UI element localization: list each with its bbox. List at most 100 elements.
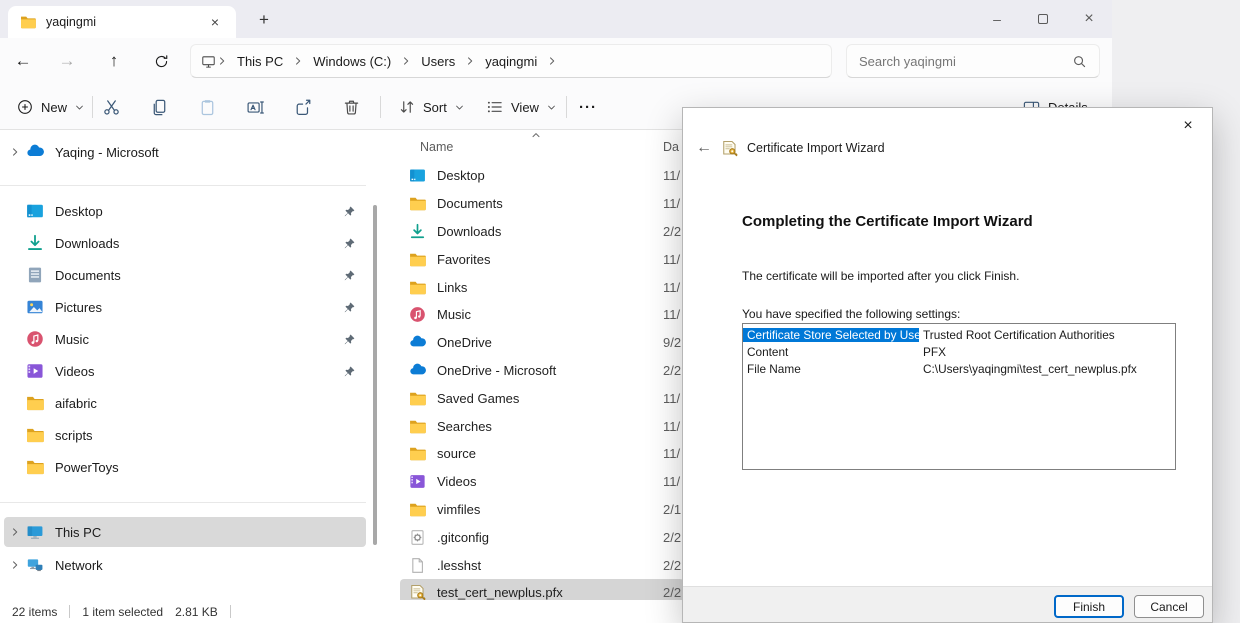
- file-row[interactable]: Saved Games 11/: [400, 384, 684, 412]
- back-button[interactable]: ←: [8, 47, 38, 75]
- setting-key: File Name: [743, 362, 919, 376]
- sidebar-scrollbar[interactable]: [373, 205, 377, 545]
- settings-listbox[interactable]: Certificate Store Selected by User Trust…: [742, 323, 1176, 470]
- setting-key: Content: [743, 345, 919, 359]
- close-button[interactable]: ×: [1066, 0, 1112, 38]
- address-bar[interactable]: This PC Windows (C:) Users yaqingmi: [190, 44, 832, 78]
- file-name: Documents: [437, 196, 503, 211]
- sidebar-item-desktop[interactable]: Desktop: [4, 196, 366, 226]
- file-row[interactable]: Searches 11/: [400, 412, 684, 440]
- config-file-icon: [409, 529, 426, 546]
- settings-row-filename[interactable]: File Name C:\Users\yaqingmi\test_cert_ne…: [743, 361, 1175, 378]
- sort-button[interactable]: Sort: [390, 92, 473, 122]
- dialog-close-button[interactable]: ×: [1172, 112, 1204, 140]
- pictures-icon: [26, 298, 44, 316]
- file-row[interactable]: vimfiles 2/1: [400, 496, 684, 524]
- download-icon: [409, 223, 426, 240]
- paste-icon: [198, 98, 217, 117]
- more-options-button[interactable]: ···: [570, 92, 606, 122]
- new-button[interactable]: New: [8, 92, 93, 122]
- chevron-down-icon: [74, 102, 85, 113]
- onedrive-cloud-icon: [409, 334, 426, 351]
- file-row[interactable]: Documents 11/: [400, 190, 684, 218]
- sidebar-item-pictures[interactable]: Pictures: [4, 292, 366, 322]
- cut-button[interactable]: [93, 92, 129, 122]
- file-row[interactable]: Desktop 11/: [400, 162, 684, 190]
- share-button[interactable]: [285, 92, 321, 122]
- toolbar-separator: [566, 96, 567, 118]
- file-date: 2/2: [663, 224, 681, 239]
- delete-button[interactable]: [333, 92, 369, 122]
- maximize-button[interactable]: [1020, 0, 1066, 38]
- selection-size: 2.81 KB: [175, 605, 218, 619]
- folder-icon: [26, 394, 44, 412]
- sidebar-item-music[interactable]: Music: [4, 324, 366, 354]
- sort-ascending-icon: [530, 129, 542, 141]
- pin-icon: [343, 269, 356, 282]
- sidebar-item-this-pc[interactable]: This PC: [4, 517, 366, 547]
- settings-row-content[interactable]: Content PFX: [743, 343, 1175, 360]
- sidebar-item-videos[interactable]: Videos: [4, 356, 366, 386]
- item-count: 22 items: [12, 605, 57, 619]
- view-button[interactable]: View: [478, 92, 565, 122]
- column-header-name[interactable]: Name: [420, 140, 453, 154]
- onedrive-cloud-icon: [26, 143, 44, 161]
- wizard-settings-label: You have specified the following setting…: [742, 307, 960, 321]
- chevron-down-icon: [454, 102, 465, 113]
- forward-button[interactable]: →: [52, 47, 82, 75]
- file-row[interactable]: OneDrive 9/2: [400, 329, 684, 357]
- settings-row-store[interactable]: Certificate Store Selected by User Trust…: [743, 326, 1175, 343]
- music-icon: [409, 306, 426, 323]
- sidebar-item-aifabric[interactable]: aifabric: [4, 388, 366, 418]
- copy-button[interactable]: [141, 92, 177, 122]
- file-row[interactable]: Links 11/: [400, 273, 684, 301]
- file-row[interactable]: Videos 11/: [400, 468, 684, 496]
- folder-icon: [20, 14, 36, 30]
- file-row[interactable]: .gitconfig 2/2: [400, 523, 684, 551]
- minimize-button[interactable]: –: [974, 0, 1020, 38]
- file-row[interactable]: .lesshst 2/2: [400, 551, 684, 579]
- share-icon: [294, 98, 313, 117]
- sidebar-item-downloads[interactable]: Downloads: [4, 228, 366, 258]
- trash-icon: [342, 98, 361, 117]
- new-tab-button[interactable]: +: [252, 8, 276, 32]
- view-label: View: [511, 100, 539, 115]
- tab-close-icon[interactable]: ×: [206, 14, 224, 30]
- search-input[interactable]: Search yaqingmi: [846, 44, 1100, 78]
- breadcrumb-this-pc[interactable]: This PC: [228, 54, 292, 69]
- refresh-button[interactable]: [146, 47, 176, 75]
- paste-button[interactable]: [189, 92, 225, 122]
- file-name: Videos: [437, 474, 477, 489]
- file-row[interactable]: Favorites 11/: [400, 245, 684, 273]
- cancel-button[interactable]: Cancel: [1134, 595, 1204, 618]
- breadcrumb-yaqingmi[interactable]: yaqingmi: [476, 54, 546, 69]
- certificate-icon: [409, 584, 426, 601]
- sidebar-item-network[interactable]: Network: [4, 550, 366, 580]
- folder-icon: [409, 445, 426, 462]
- dialog-back-button[interactable]: ←: [696, 139, 712, 157]
- search-icon: [1072, 54, 1087, 69]
- setting-value: PFX: [919, 345, 1175, 359]
- breadcrumb-users[interactable]: Users: [412, 54, 464, 69]
- sidebar-item-scripts[interactable]: scripts: [4, 420, 366, 450]
- videos-icon: [409, 473, 426, 490]
- sidebar-item-onedrive-root[interactable]: Yaqing - Microsoft: [4, 137, 366, 167]
- tab-bar: yaqingmi × + – ×: [0, 0, 1112, 38]
- file-name: Music: [437, 307, 471, 322]
- pin-icon: [343, 205, 356, 218]
- rename-button[interactable]: [237, 92, 273, 122]
- file-row[interactable]: Downloads 2/2: [400, 218, 684, 246]
- up-button[interactable]: ↑: [99, 47, 129, 75]
- explorer-tab[interactable]: yaqingmi ×: [8, 6, 236, 38]
- breadcrumb-windows-c[interactable]: Windows (C:): [304, 54, 400, 69]
- finish-button[interactable]: Finish: [1054, 595, 1124, 618]
- file-row[interactable]: source 11/: [400, 440, 684, 468]
- file-row[interactable]: OneDrive - Microsoft 2/2: [400, 357, 684, 385]
- sidebar-item-label: aifabric: [55, 396, 97, 411]
- file-row[interactable]: Music 11/: [400, 301, 684, 329]
- setting-value: C:\Users\yaqingmi\test_cert_newplus.pfx: [919, 362, 1175, 376]
- column-header-date[interactable]: Da: [663, 140, 679, 154]
- sidebar-item-powertoys[interactable]: PowerToys: [4, 452, 366, 482]
- folder-icon: [409, 251, 426, 268]
- sidebar-item-documents[interactable]: Documents: [4, 260, 366, 290]
